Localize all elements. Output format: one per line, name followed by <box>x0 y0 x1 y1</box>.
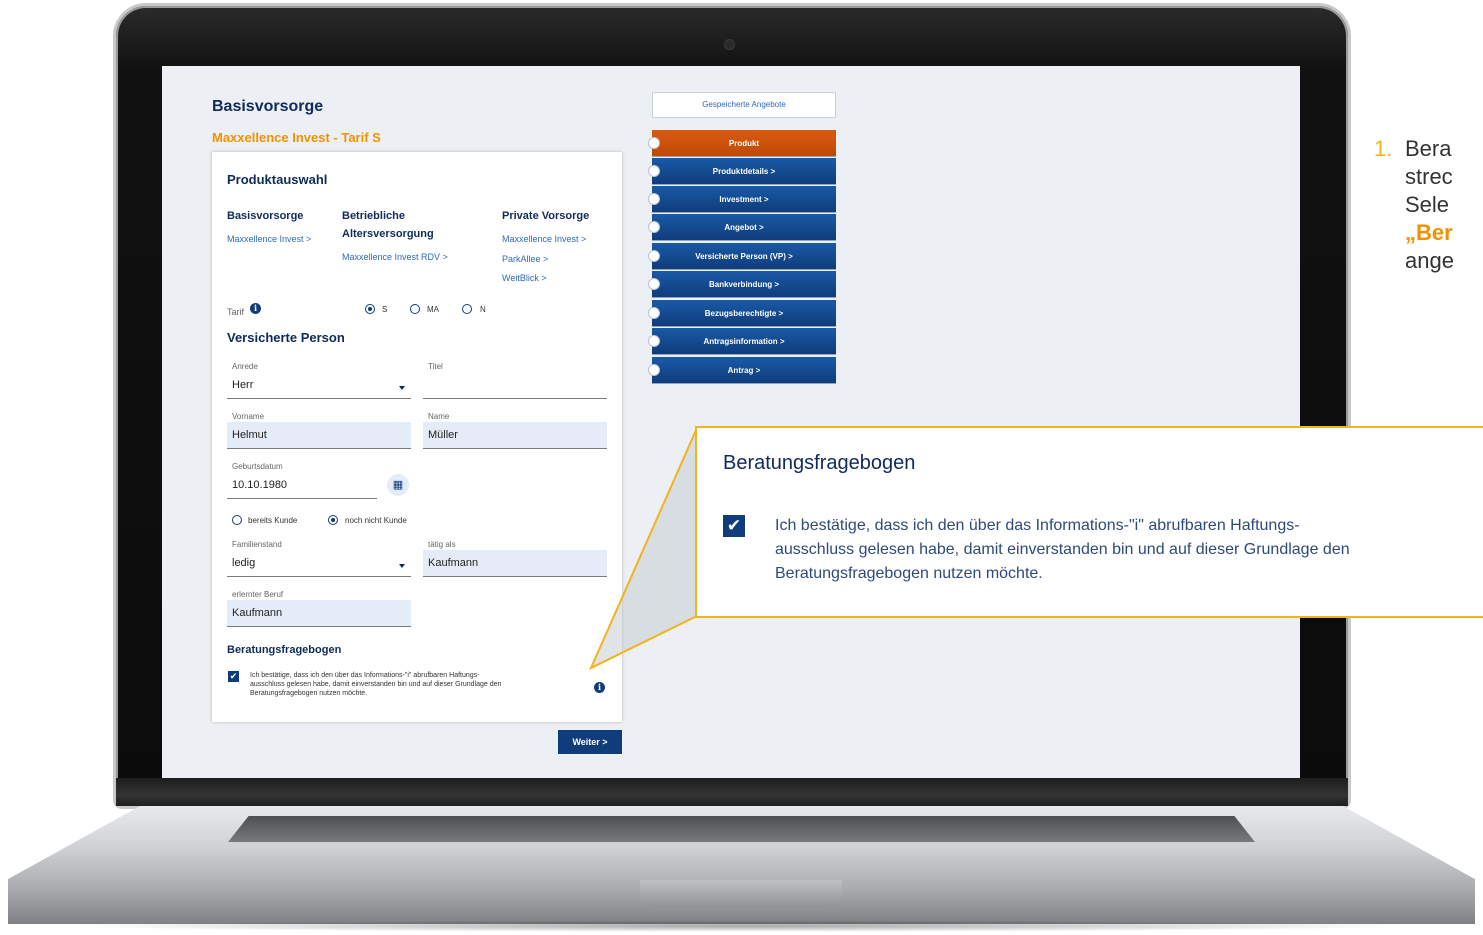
annotation-line-1: Bera <box>1405 136 1452 161</box>
nav-item-angebot[interactable]: Angebot > <box>648 214 836 241</box>
beratungsfragebogen-heading: Beratungsfragebogen <box>227 644 342 656</box>
product-link-private-maxxellence[interactable]: Maxxellence Invest > <box>502 234 586 244</box>
step-bullet-icon <box>648 250 660 262</box>
product-col-bav-title-2: Altersversorgung <box>342 228 434 240</box>
product-link-parkallee[interactable]: ParkAllee > <box>502 254 548 264</box>
geburtsdatum-value: 10.10.1980 <box>232 479 288 491</box>
nav-item-bezugsberechtigte[interactable]: Bezugsberechtigte > <box>648 300 836 327</box>
step-bullet-icon <box>648 364 660 376</box>
product-link-bav-maxxellence-rdv[interactable]: Maxxellence Invest RDV > <box>342 252 448 262</box>
beratungsfragebogen-text-3: Beratungsfragebogen nutzen möchte. <box>250 690 368 697</box>
annotation-line-3: Sele <box>1405 192 1450 217</box>
tarif-radio-ma[interactable] <box>410 304 420 314</box>
step-bullet-icon <box>648 335 660 347</box>
kunde-label-bereits: bereits Kunde <box>248 516 298 525</box>
nav-item-produktdetails[interactable]: Produktdetails > <box>648 158 836 185</box>
annotation-line-2: strec <box>1405 164 1453 189</box>
laptop-screen: Basisvorsorge Maxxellence Invest - Tarif… <box>162 66 1300 778</box>
step-bullet-icon <box>648 165 660 177</box>
page-title: Basisvorsorge <box>212 98 324 115</box>
tarif-label-s: S <box>382 305 388 314</box>
callout-text: Ich bestätige, dass ich den über das Inf… <box>775 514 1483 586</box>
calendar-icon[interactable]: ▦ <box>387 474 409 496</box>
erlernter-beruf-value: Kaufmann <box>232 607 283 619</box>
tarif-radio-s[interactable] <box>365 304 375 314</box>
beratungsfragebogen-text-2: ausschluss gelesen habe, damit einversta… <box>250 681 502 688</box>
product-col-basis-title: Basisvorsorge <box>227 210 304 222</box>
nav-item-antragsinformation[interactable]: Antragsinformation > <box>648 328 836 355</box>
step-bullet-icon <box>648 193 660 205</box>
callout-text-line-1: Ich bestätige, dass ich den über das Inf… <box>775 517 1300 534</box>
anrede-label: Anrede <box>232 362 258 371</box>
tarif-info-icon[interactable]: i <box>250 303 261 314</box>
beratungsfragebogen-checkbox[interactable]: ✔ <box>228 671 239 682</box>
product-link-weitblick[interactable]: WeitBlick > <box>502 273 547 283</box>
nav-item-label: Bezugsberechtigte > <box>704 309 784 318</box>
callout-checkbox[interactable]: ✔ <box>723 515 745 537</box>
chevron-down-icon <box>399 386 405 390</box>
laptop-shadow <box>60 920 1420 932</box>
nav-item-label: Antragsinformation > <box>703 337 785 346</box>
versicherte-person-heading: Versicherte Person <box>227 330 345 345</box>
nav-item-investment[interactable]: Investment > <box>648 186 836 213</box>
anrede-select[interactable] <box>227 372 411 399</box>
vorname-label: Vorname <box>232 412 265 421</box>
page-subtitle: Maxxellence Invest - Tarif S <box>212 130 381 145</box>
vorname-value: Helmut <box>232 429 267 441</box>
taetig-als-label: tätig als <box>428 540 456 549</box>
anrede-value: Herr <box>232 379 254 391</box>
haftungsausschluss-info-icon[interactable]: i <box>594 682 605 693</box>
callout-text-line-3: Beratungsfragebogen nutzen möchte. <box>775 565 1043 582</box>
kunde-label-noch-nicht: noch nicht Kunde <box>345 516 407 525</box>
saved-offers-button[interactable]: Gespeicherte Angebote <box>652 92 836 118</box>
nav-item-label: Angebot > <box>724 223 764 232</box>
produktauswahl-heading: Produktauswahl <box>227 172 328 187</box>
nav-item-label: Bankverbindung > <box>708 280 779 289</box>
step-bullet-icon <box>648 137 660 149</box>
erlernter-beruf-label: erlernter Beruf <box>232 590 284 599</box>
name-value: Müller <box>428 429 458 441</box>
name-label: Name <box>428 412 450 421</box>
callout-zoom: Beratungsfragebogen ✔ Ich bestätige, das… <box>695 426 1483 618</box>
familienstand-label: Familienstand <box>232 540 282 549</box>
titel-label: Titel <box>428 362 443 371</box>
kunde-radio-noch-nicht[interactable] <box>328 515 338 525</box>
tarif-label: Tarif <box>227 307 245 317</box>
annotation-line-4: „Ber <box>1405 220 1453 245</box>
laptop-notch <box>640 880 842 908</box>
step-bullet-icon <box>648 278 660 290</box>
form-card: Produktauswahl Basisvorsorge Maxxellence… <box>212 152 622 722</box>
callout-text-line-2: ausschluss gelesen habe, damit einversta… <box>775 541 1350 558</box>
nav-item-produkt[interactable]: Produkt <box>648 130 836 157</box>
nav-item-label: Produkt <box>728 139 760 148</box>
product-col-bav-title-1: Betriebliche <box>342 210 405 222</box>
step-bullet-icon <box>648 307 660 319</box>
webcam-icon <box>725 40 734 49</box>
tarif-radio-n[interactable] <box>462 304 472 314</box>
annotation-line-5: ange <box>1405 248 1454 273</box>
familienstand-value: ledig <box>232 557 256 569</box>
nav-item-label: Antrag > <box>727 366 761 375</box>
annotation-number: 1. <box>1374 136 1393 161</box>
tarif-label-ma: MA <box>427 305 439 314</box>
chevron-down-icon <box>399 564 405 568</box>
step-bullet-icon <box>648 221 660 233</box>
product-link-basis-maxxellence[interactable]: Maxxellence Invest > <box>227 234 311 244</box>
nav-item-label: Produktdetails > <box>712 167 776 176</box>
kunde-radio-bereits[interactable] <box>232 515 242 525</box>
laptop-bezel <box>116 778 1348 806</box>
geburtsdatum-label: Geburtsdatum <box>232 462 283 471</box>
callout-title: Beratungsfragebogen <box>723 452 916 474</box>
nav-item-bankverbindung[interactable]: Bankverbindung > <box>648 271 836 298</box>
tarif-label-n: N <box>480 305 486 314</box>
nav-item-versicherte-person[interactable]: Versicherte Person (VP) > <box>648 243 836 270</box>
product-col-private-title: Private Vorsorge <box>502 210 590 222</box>
titel-input[interactable] <box>423 372 607 399</box>
nav-item-antrag[interactable]: Antrag > <box>648 357 836 384</box>
beratungsfragebogen-text-1: Ich bestätige, dass ich den über das Inf… <box>250 672 480 679</box>
weiter-button[interactable]: Weiter > <box>558 730 622 754</box>
nav-item-label: Investment > <box>719 195 769 204</box>
taetig-als-value: Kaufmann <box>428 557 479 569</box>
nav-item-label: Versicherte Person (VP) > <box>695 252 793 261</box>
